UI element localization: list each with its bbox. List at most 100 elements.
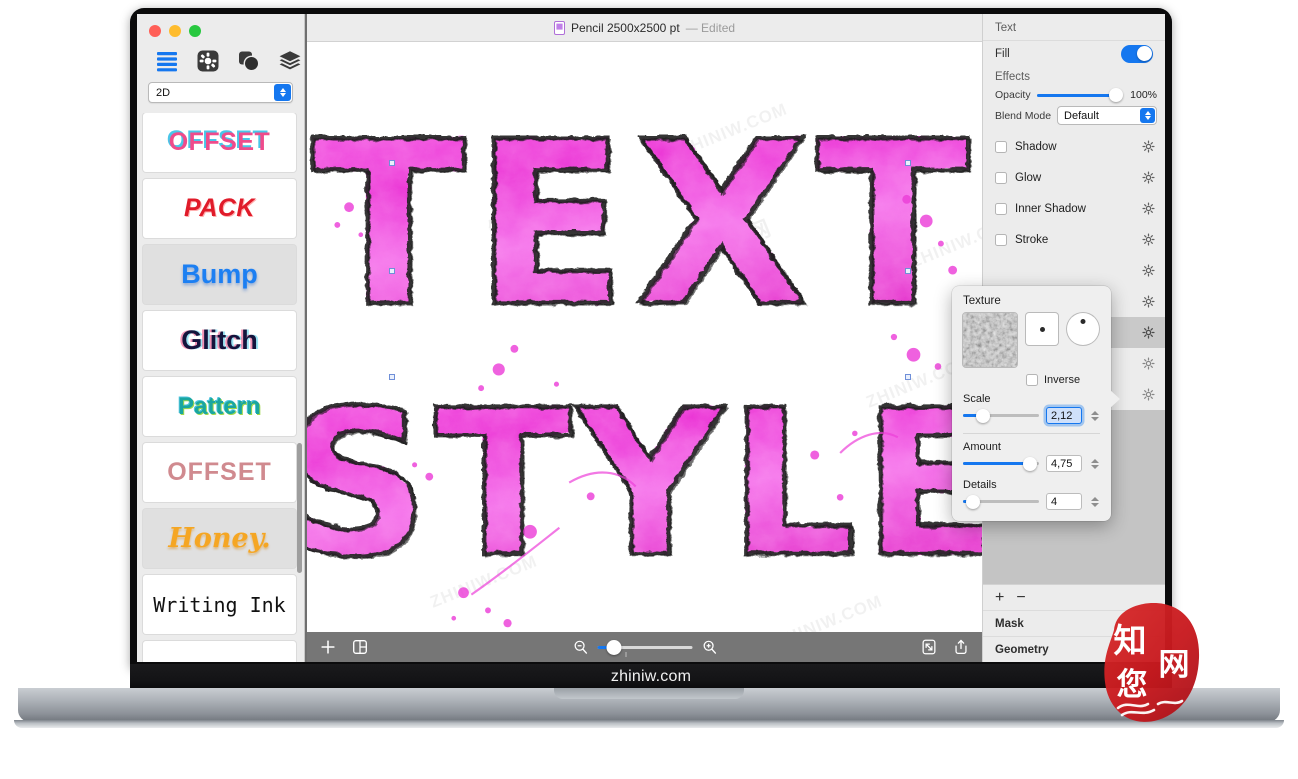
preset-label: OFFSET: [168, 128, 271, 156]
artwork-text-style[interactable]: TEXT STYLE TEXT: [307, 42, 982, 632]
texture-circle-option[interactable]: [1067, 313, 1099, 345]
preset-label: OFFSET: [167, 458, 272, 486]
selection-handle[interactable]: [389, 268, 395, 274]
preset-item-partial[interactable]: [143, 641, 296, 662]
selection-handle[interactable]: [905, 374, 911, 380]
details-value-field[interactable]: 4: [1046, 493, 1082, 510]
texture-square-option[interactable]: [1026, 313, 1058, 345]
preset-list[interactable]: OFFSET PACK Bump Glitch Pattern OFFSET H…: [137, 113, 304, 662]
amount-slider-knob[interactable]: [1022, 456, 1037, 471]
selection-handle[interactable]: [905, 268, 911, 274]
layout-grid-icon[interactable]: [351, 638, 369, 656]
scale-slider-knob[interactable]: [975, 408, 990, 423]
remove-effect-button[interactable]: −: [1016, 589, 1025, 606]
laptop-base: [18, 688, 1280, 722]
effect-row-5[interactable]: [983, 255, 1165, 286]
inner-shadow-settings-gear-icon[interactable]: [1142, 202, 1155, 215]
preset-item-pack[interactable]: PACK: [143, 179, 296, 238]
details-stepper[interactable]: [1089, 496, 1100, 507]
inner-shadow-checkbox[interactable]: [995, 202, 1007, 215]
amount-value-field[interactable]: 4,75: [1046, 455, 1082, 472]
blend-mode-stepper[interactable]: [1140, 108, 1155, 123]
effect-label: Stroke: [1015, 233, 1049, 246]
close-button[interactable]: [149, 25, 161, 37]
shadow-checkbox[interactable]: [995, 140, 1007, 153]
preset-item-offset-2[interactable]: OFFSET: [143, 443, 296, 502]
glow-checkbox[interactable]: [995, 171, 1007, 184]
texture-noise-thumbnail[interactable]: [963, 313, 1017, 367]
effect-6-settings-gear-icon[interactable]: [1142, 295, 1155, 308]
add-icon[interactable]: [319, 638, 337, 656]
opacity-slider[interactable]: [1036, 88, 1123, 102]
effect-label: Glow: [1015, 171, 1042, 184]
effect-row-inner-shadow[interactable]: Inner Shadow: [983, 193, 1165, 224]
scale-slider[interactable]: [963, 408, 1039, 423]
shadow-settings-gear-icon[interactable]: [1142, 140, 1155, 153]
preset-item-bump[interactable]: Bump: [143, 245, 296, 304]
sidebar-scrollbar[interactable]: [297, 443, 302, 573]
effect-9-settings-gear-icon[interactable]: [1142, 388, 1155, 401]
inverse-checkbox[interactable]: [1026, 374, 1038, 386]
inverse-row[interactable]: Inverse: [1026, 374, 1100, 386]
layers-icon[interactable]: [278, 49, 302, 73]
inspector-header: Text: [995, 22, 1017, 34]
preset-item-pattern[interactable]: Pattern: [143, 377, 296, 436]
effect-label: Inner Shadow: [1015, 202, 1086, 215]
chin-brand-text: zhiniw.com: [610, 668, 692, 685]
zoom-out-icon[interactable]: [572, 639, 588, 655]
stroke-settings-gear-icon[interactable]: [1142, 233, 1155, 246]
effect-5-settings-gear-icon[interactable]: [1142, 264, 1155, 277]
opacity-slider-knob[interactable]: [1109, 88, 1123, 102]
fit-screen-icon[interactable]: [920, 638, 938, 656]
scale-stepper[interactable]: [1089, 410, 1100, 421]
maximize-button[interactable]: [189, 25, 201, 37]
effect-row-glow[interactable]: Glow: [983, 162, 1165, 193]
laptop-screen: 2D OFFSET PACK Bump Glitch Pattern OFFSE…: [137, 14, 1165, 662]
details-slider[interactable]: [963, 494, 1039, 509]
preset-item-writing-ink[interactable]: Writing Ink: [143, 575, 296, 634]
mode-select-stepper[interactable]: [274, 84, 291, 101]
artboard-canvas[interactable]: ZHINIW.COM ZHINIW.COM ZHINIW.COM ZHINIW.…: [307, 42, 982, 632]
list-icon[interactable]: [155, 49, 179, 73]
gear-icon[interactable]: [196, 49, 220, 73]
preset-item-glitch[interactable]: Glitch: [143, 311, 296, 370]
blend-mode-label: Blend Mode: [995, 109, 1052, 122]
svg-text:网: 网: [1159, 647, 1190, 683]
preset-item-offset-1[interactable]: OFFSET: [143, 113, 296, 172]
shapes-icon[interactable]: [237, 49, 261, 73]
svg-text:知: 知: [1114, 621, 1147, 660]
fill-row[interactable]: Fill: [983, 40, 1165, 66]
add-effect-button[interactable]: +: [995, 589, 1004, 606]
texture-popover[interactable]: Texture Inverse Scale 2,12 Amount 4,75 D…: [952, 286, 1120, 521]
blend-mode-row: Blend Mode Default: [983, 104, 1165, 131]
texture-shape-options: [963, 313, 1100, 367]
details-row: 4: [963, 493, 1100, 510]
scale-value-field[interactable]: 2,12: [1046, 407, 1082, 424]
effect-row-stroke[interactable]: Stroke: [983, 224, 1165, 255]
blend-mode-select[interactable]: Default: [1057, 106, 1157, 125]
preset-label: Glitch: [181, 325, 258, 355]
zoom-slider-knob[interactable]: [606, 639, 621, 655]
effect-row-shadow[interactable]: Shadow: [983, 131, 1165, 162]
selection-handle[interactable]: [389, 160, 395, 166]
bottom-toolbar-right: [920, 638, 970, 656]
effect-8-settings-gear-icon[interactable]: [1142, 357, 1155, 370]
mode-select-wrapper: 2D: [137, 73, 304, 111]
selection-handle[interactable]: [389, 374, 395, 380]
laptop-foot-shadow: [14, 720, 1284, 728]
mode-select[interactable]: 2D: [148, 82, 293, 103]
details-slider-knob[interactable]: [965, 494, 980, 509]
glow-settings-gear-icon[interactable]: [1142, 171, 1155, 184]
fill-toggle[interactable]: [1121, 44, 1153, 63]
stroke-checkbox[interactable]: [995, 233, 1007, 246]
selection-handle[interactable]: [905, 160, 911, 166]
minimize-button[interactable]: [169, 25, 181, 37]
preset-item-honey[interactable]: Honey.: [143, 509, 296, 568]
preset-label: Bump: [181, 259, 258, 289]
zoom-slider[interactable]: [597, 639, 692, 657]
export-icon[interactable]: [952, 638, 970, 656]
zoom-in-icon[interactable]: [701, 639, 717, 655]
amount-stepper[interactable]: [1089, 458, 1100, 469]
amount-slider[interactable]: [963, 456, 1039, 471]
effect-7-settings-gear-icon[interactable]: [1142, 326, 1155, 339]
